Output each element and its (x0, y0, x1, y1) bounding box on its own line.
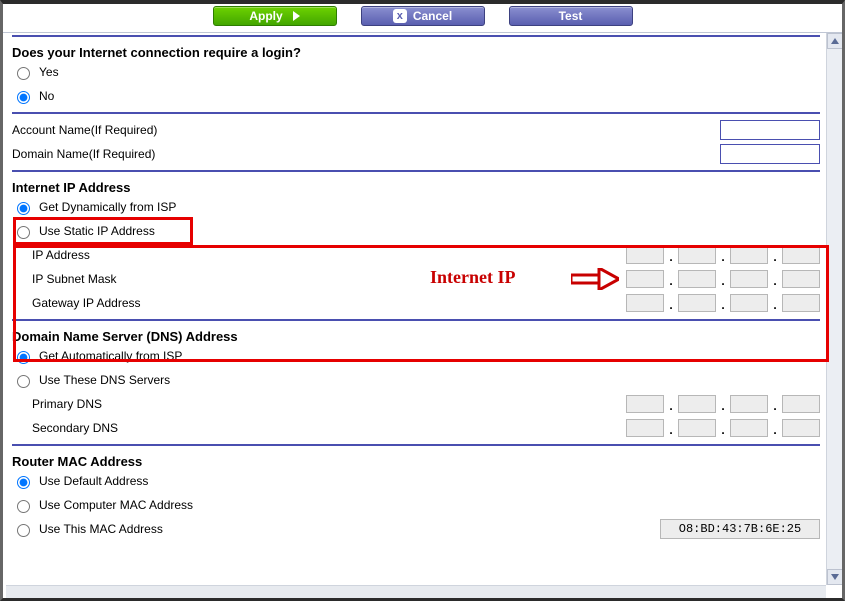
primary-dns-label: Primary DNS (32, 397, 102, 411)
login-no-row[interactable]: No (12, 84, 820, 108)
divider (12, 170, 820, 172)
ip-static-row[interactable]: Use Static IP Address (12, 219, 820, 243)
secondary-dns-group: . . . (626, 419, 820, 437)
gateway-octet-2[interactable] (730, 294, 768, 312)
apply-label: Apply (249, 9, 282, 23)
divider (12, 444, 820, 446)
dns-auto-label: Get Automatically from ISP (39, 349, 182, 363)
mac-default-row[interactable]: Use Default Address (12, 469, 820, 493)
mac-this-label: Use This MAC Address (39, 522, 163, 536)
cancel-x-icon: x (393, 9, 407, 23)
secondary-dns-octet-2[interactable] (730, 419, 768, 437)
subnet-label: IP Subnet Mask (32, 272, 117, 286)
login-yes-label: Yes (39, 65, 59, 79)
action-bar: Apply x Cancel Test (3, 4, 842, 32)
cancel-label: Cancel (413, 9, 452, 23)
ip-static-radio[interactable] (17, 226, 30, 239)
secondary-dns-row: Secondary DNS . . . (12, 416, 820, 440)
ip-address-row: IP Address . . . (12, 243, 820, 267)
subnet-octet-0[interactable] (626, 270, 664, 288)
chevron-up-icon (831, 38, 839, 44)
gateway-label: Gateway IP Address (32, 296, 141, 310)
domain-name-row: Domain Name(If Required) (12, 142, 820, 166)
apply-button[interactable]: Apply (213, 6, 337, 26)
secondary-dns-label: Secondary DNS (32, 421, 118, 435)
test-label: Test (559, 9, 583, 23)
mac-computer-row[interactable]: Use Computer MAC Address (12, 493, 820, 517)
horizontal-scrollbar[interactable] (6, 585, 826, 598)
login-question: Does your Internet connection require a … (12, 45, 820, 60)
ip-dynamic-label: Get Dynamically from ISP (39, 200, 176, 214)
subnet-octet-2[interactable] (730, 270, 768, 288)
divider (12, 319, 820, 321)
subnet-group: . . . (626, 270, 820, 288)
vertical-scrollbar[interactable] (826, 33, 842, 585)
domain-name-input[interactable] (720, 144, 820, 164)
ip-section-title: Internet IP Address (12, 180, 820, 195)
dns-manual-label: Use These DNS Servers (39, 373, 170, 387)
mac-this-row[interactable]: Use This MAC Address (12, 517, 820, 541)
ip-address-label: IP Address (32, 248, 90, 262)
ip-address-octet-0[interactable] (626, 246, 664, 264)
secondary-dns-octet-0[interactable] (626, 419, 664, 437)
mac-computer-radio[interactable] (17, 500, 30, 513)
login-no-radio[interactable] (17, 91, 30, 104)
form-content: Does your Internet connection require a … (6, 33, 826, 585)
account-name-row: Account Name(If Required) (12, 118, 820, 142)
account-name-label: Account Name(If Required) (12, 123, 157, 137)
test-button[interactable]: Test (509, 6, 633, 26)
ip-address-octet-3[interactable] (782, 246, 820, 264)
dns-auto-row[interactable]: Get Automatically from ISP (12, 344, 820, 368)
app-window: Apply x Cancel Test Does your Internet c… (0, 0, 845, 601)
mac-section-title: Router MAC Address (12, 454, 820, 469)
secondary-dns-octet-1[interactable] (678, 419, 716, 437)
scroll-down-button[interactable] (827, 569, 842, 585)
mac-this-radio[interactable] (17, 524, 30, 537)
gateway-octet-0[interactable] (626, 294, 664, 312)
primary-dns-row: Primary DNS . . . (12, 392, 820, 416)
chevron-down-icon (831, 574, 839, 580)
dns-manual-row[interactable]: Use These DNS Servers (12, 368, 820, 392)
ip-address-octet-1[interactable] (678, 246, 716, 264)
primary-dns-octet-3[interactable] (782, 395, 820, 413)
divider (12, 112, 820, 114)
dns-section-title: Domain Name Server (DNS) Address (12, 329, 820, 344)
subnet-octet-1[interactable] (678, 270, 716, 288)
mac-default-label: Use Default Address (39, 474, 148, 488)
gateway-octet-3[interactable] (782, 294, 820, 312)
mac-default-radio[interactable] (17, 476, 30, 489)
scroll-up-button[interactable] (827, 33, 842, 49)
ip-dynamic-row[interactable]: Get Dynamically from ISP (12, 195, 820, 219)
apply-arrow-icon (293, 11, 300, 21)
scroll-area: Does your Internet connection require a … (3, 32, 842, 598)
mac-address-input[interactable] (660, 519, 820, 539)
divider (12, 35, 820, 37)
ip-address-octet-2[interactable] (730, 246, 768, 264)
dns-manual-radio[interactable] (17, 375, 30, 388)
primary-dns-octet-1[interactable] (678, 395, 716, 413)
dns-auto-radio[interactable] (17, 351, 30, 364)
gateway-row: Gateway IP Address . . . (12, 291, 820, 315)
subnet-row: IP Subnet Mask . . . (12, 267, 820, 291)
cancel-button[interactable]: x Cancel (361, 6, 485, 26)
login-yes-row[interactable]: Yes (12, 60, 820, 84)
mac-computer-label: Use Computer MAC Address (39, 498, 193, 512)
ip-address-group: . . . (626, 246, 820, 264)
account-name-input[interactable] (720, 120, 820, 140)
login-yes-radio[interactable] (17, 67, 30, 80)
secondary-dns-octet-3[interactable] (782, 419, 820, 437)
ip-dynamic-radio[interactable] (17, 202, 30, 215)
gateway-octet-1[interactable] (678, 294, 716, 312)
primary-dns-octet-0[interactable] (626, 395, 664, 413)
gateway-group: . . . (626, 294, 820, 312)
primary-dns-group: . . . (626, 395, 820, 413)
primary-dns-octet-2[interactable] (730, 395, 768, 413)
subnet-octet-3[interactable] (782, 270, 820, 288)
domain-name-label: Domain Name(If Required) (12, 147, 155, 161)
login-no-label: No (39, 89, 54, 103)
ip-static-label: Use Static IP Address (39, 224, 155, 238)
